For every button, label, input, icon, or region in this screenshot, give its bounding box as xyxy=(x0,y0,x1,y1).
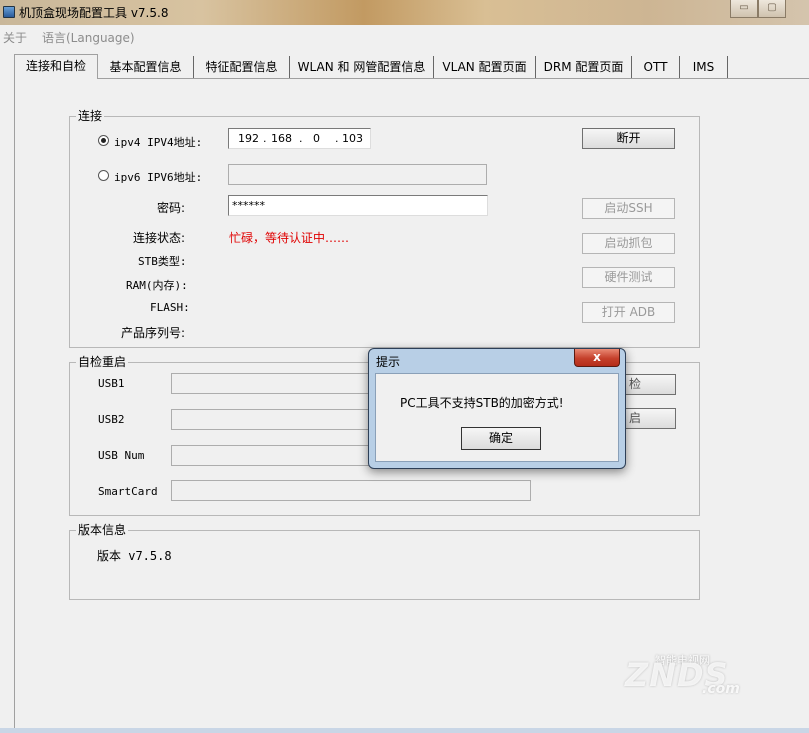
stb-type-label: STB类型: xyxy=(138,255,187,268)
dialog-ok-button[interactable]: 确定 xyxy=(461,427,541,450)
start-ssh-button[interactable]: 启动SSH xyxy=(582,198,675,219)
tab-ims[interactable]: IMS xyxy=(680,56,728,78)
maximize-icon: ▢ xyxy=(767,2,777,13)
dialog-title: 提示 xyxy=(376,355,401,369)
dialog-body: PC工具不支持STB的加密方式! 确定 xyxy=(375,373,619,462)
close-icon: x xyxy=(593,350,601,364)
tab-feature-config[interactable]: 特征配置信息 xyxy=(194,56,290,78)
selftest-group-title: 自检重启 xyxy=(76,355,129,369)
ipv4-label: ipv4 IPV4地址: xyxy=(114,136,203,149)
ipv6-radio[interactable] xyxy=(98,170,109,181)
window-title: 机顶盒现场配置工具 v7.5.8 xyxy=(19,6,169,20)
ipv4-dot-3: . xyxy=(335,132,339,145)
ipv4-octet-3: 0 xyxy=(313,132,320,145)
ipv4-octet-4: 103 xyxy=(342,132,363,145)
minimize-button[interactable]: ▭ xyxy=(730,0,758,18)
menu-about[interactable]: 关于 xyxy=(3,29,27,46)
tab-basic-config[interactable]: 基本配置信息 xyxy=(98,56,194,78)
menu-bar: 关于 语言(Language) xyxy=(0,25,809,47)
disconnect-button[interactable]: 断开 xyxy=(582,128,675,149)
ipv6-address-input[interactable] xyxy=(228,164,487,185)
ram-label: RAM(内存): xyxy=(126,279,188,292)
flash-label: FLASH: xyxy=(150,301,190,314)
ipv4-octet-2: 168 xyxy=(271,132,292,145)
usb2-label: USB2 xyxy=(98,413,125,426)
connection-group-title: 连接 xyxy=(76,109,105,123)
usb-num-label: USB Num xyxy=(98,449,145,462)
app-icon xyxy=(3,6,15,18)
ipv4-address-input[interactable]: 192 . 168 . 0 . 103 xyxy=(228,128,371,149)
smartcard-field xyxy=(171,480,531,501)
title-bar: 机顶盒现场配置工具 v7.5.8 ▭ ▢ xyxy=(0,0,809,25)
tab-drm-config[interactable]: DRM 配置页面 xyxy=(536,56,632,78)
tab-vlan-config[interactable]: VLAN 配置页面 xyxy=(434,56,536,78)
ipv4-dot-2: . xyxy=(299,132,303,145)
tab-wlan-config[interactable]: WLAN 和 网管配置信息 xyxy=(290,56,434,78)
window-bottom-edge xyxy=(0,728,809,733)
smartcard-label: SmartCard xyxy=(98,485,158,498)
password-label: 密码: xyxy=(157,201,186,215)
ipv6-label: ipv6 IPV6地址: xyxy=(114,171,203,184)
menu-language[interactable]: 语言(Language) xyxy=(42,29,135,46)
connection-status-value: 忙碌，等待认证中…… xyxy=(229,231,350,245)
dialog-close-button[interactable]: x xyxy=(574,349,620,367)
start-capture-button[interactable]: 启动抓包 xyxy=(582,233,675,254)
tab-strip: 连接和自检 基本配置信息 特征配置信息 WLAN 和 网管配置信息 VLAN 配… xyxy=(14,54,809,80)
tab-connection-selftest[interactable]: 连接和自检 xyxy=(14,54,98,79)
watermark-suffix: .com xyxy=(702,681,740,697)
connection-status-label: 连接状态: xyxy=(133,231,186,245)
hardware-test-button[interactable]: 硬件测试 xyxy=(582,267,675,288)
version-text: 版本 v7.5.8 xyxy=(97,549,172,563)
maximize-button[interactable]: ▢ xyxy=(758,0,786,18)
usb1-label: USB1 xyxy=(98,377,125,390)
alert-dialog: 提示 x PC工具不支持STB的加密方式! 确定 xyxy=(368,348,626,469)
minimize-icon: ▭ xyxy=(739,2,749,13)
version-group: 版本信息 xyxy=(69,523,700,600)
dialog-message: PC工具不支持STB的加密方式! xyxy=(400,396,564,410)
password-input[interactable]: ****** xyxy=(228,195,488,216)
ipv4-dot-1: . xyxy=(263,132,267,145)
tab-ott[interactable]: OTT xyxy=(632,56,680,78)
ipv4-radio[interactable] xyxy=(98,135,109,146)
serial-number-label: 产品序列号: xyxy=(121,326,186,340)
open-adb-button[interactable]: 打开 ADB xyxy=(582,302,675,323)
version-group-title: 版本信息 xyxy=(76,523,129,537)
ipv4-octet-1: 192 xyxy=(238,132,259,145)
